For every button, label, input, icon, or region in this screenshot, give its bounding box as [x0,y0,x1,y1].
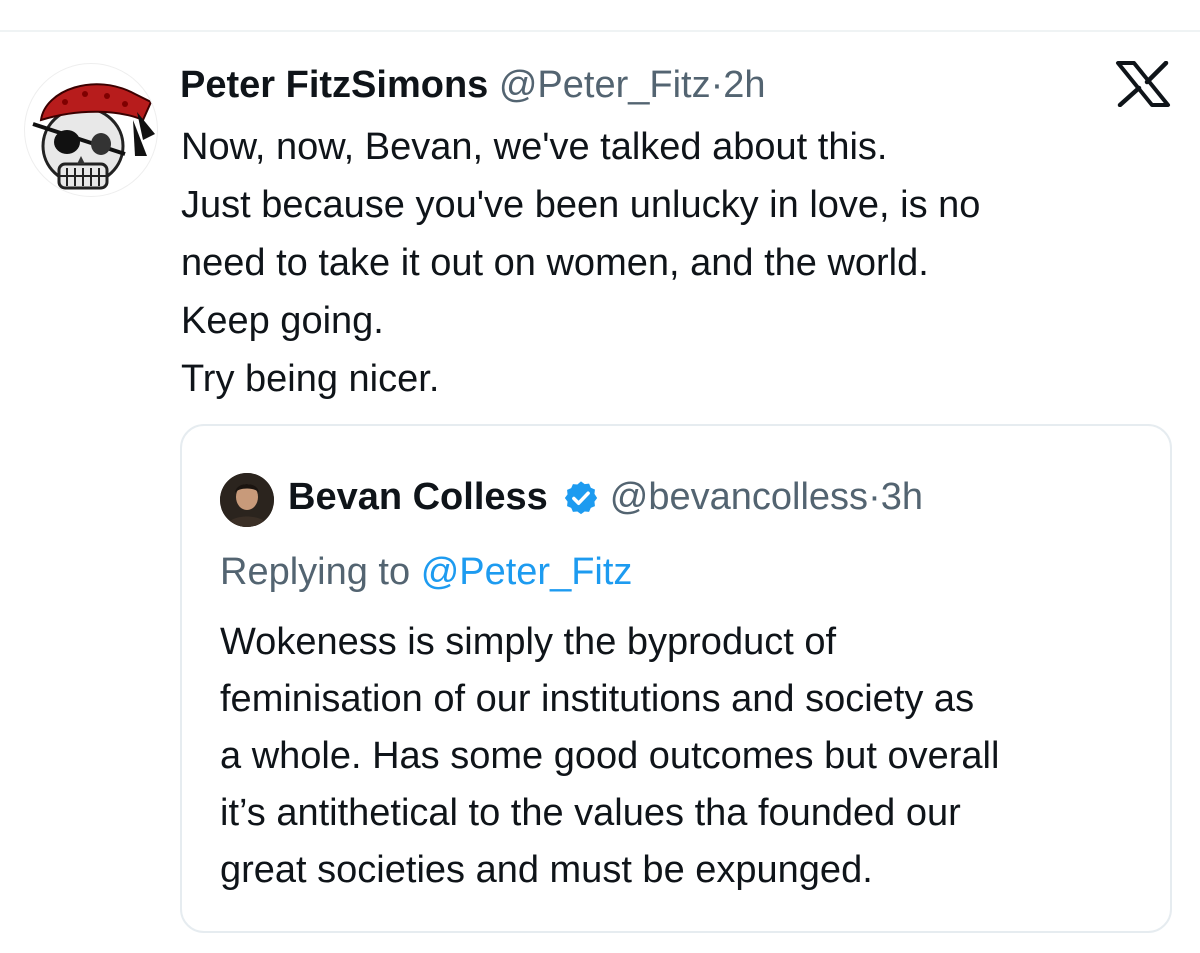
tweet-text-line: Try being nicer. [181,358,440,400]
replying-to: Replying to @Peter_Fitz [220,544,632,600]
separator-dot: · [710,64,724,106]
replying-to-mention[interactable]: @Peter_Fitz [421,551,633,593]
quoted-text-line: a whole. Has some good outcomes but over… [220,735,1000,777]
quoted-text-line: Wokeness is simply the byproduct of [220,621,837,663]
x-logo-icon[interactable] [1114,60,1172,108]
author-avatar[interactable] [24,63,158,197]
quoted-tweet-card[interactable]: Bevan Colless @bevancolless · 3h Replying … [180,424,1172,933]
quoted-text-line: it’s antithetical to the values tha foun… [220,792,961,834]
separator-dot: · [868,476,881,518]
verified-badge-icon [562,478,600,516]
tweet-text-line: Now, now, Bevan, we've talked about this… [181,126,888,168]
tweet-time[interactable]: 2h [723,64,765,106]
tweet-text-line: Keep going. [181,300,384,342]
person-photo-icon [220,473,274,527]
quoted-text-line: feminisation of our institutions and soc… [220,678,975,720]
quoted-tweet-text: Wokeness is simply the byproduct of femi… [220,614,1150,899]
pirate-skull-icon [32,83,155,190]
tweet-text-line: need to take it out on women, and the wo… [181,242,929,284]
quoted-text-line: great societies and must be expunged. [220,849,873,891]
author-name[interactable]: Peter FitzSimons [180,64,488,106]
tweet-header: Peter FitzSimons @Peter_Fitz·2h [180,61,766,109]
tweet-text-line: Just because you've been unlucky in love… [181,184,981,226]
quoted-author-name[interactable]: Bevan Colless [288,470,548,524]
quoted-tweet-header: Bevan Colless @bevancolless · 3h [288,470,923,524]
tweet-text: Now, now, Bevan, we've talked about this… [181,118,1101,408]
author-handle[interactable]: @Peter_Fitz [499,64,711,106]
quoted-tweet-time[interactable]: 3h [881,470,923,524]
replying-to-label: Replying to [220,551,411,593]
quoted-author-handle[interactable]: @bevancolless [610,470,868,524]
quoted-author-avatar[interactable] [220,473,274,527]
top-divider [0,30,1200,32]
